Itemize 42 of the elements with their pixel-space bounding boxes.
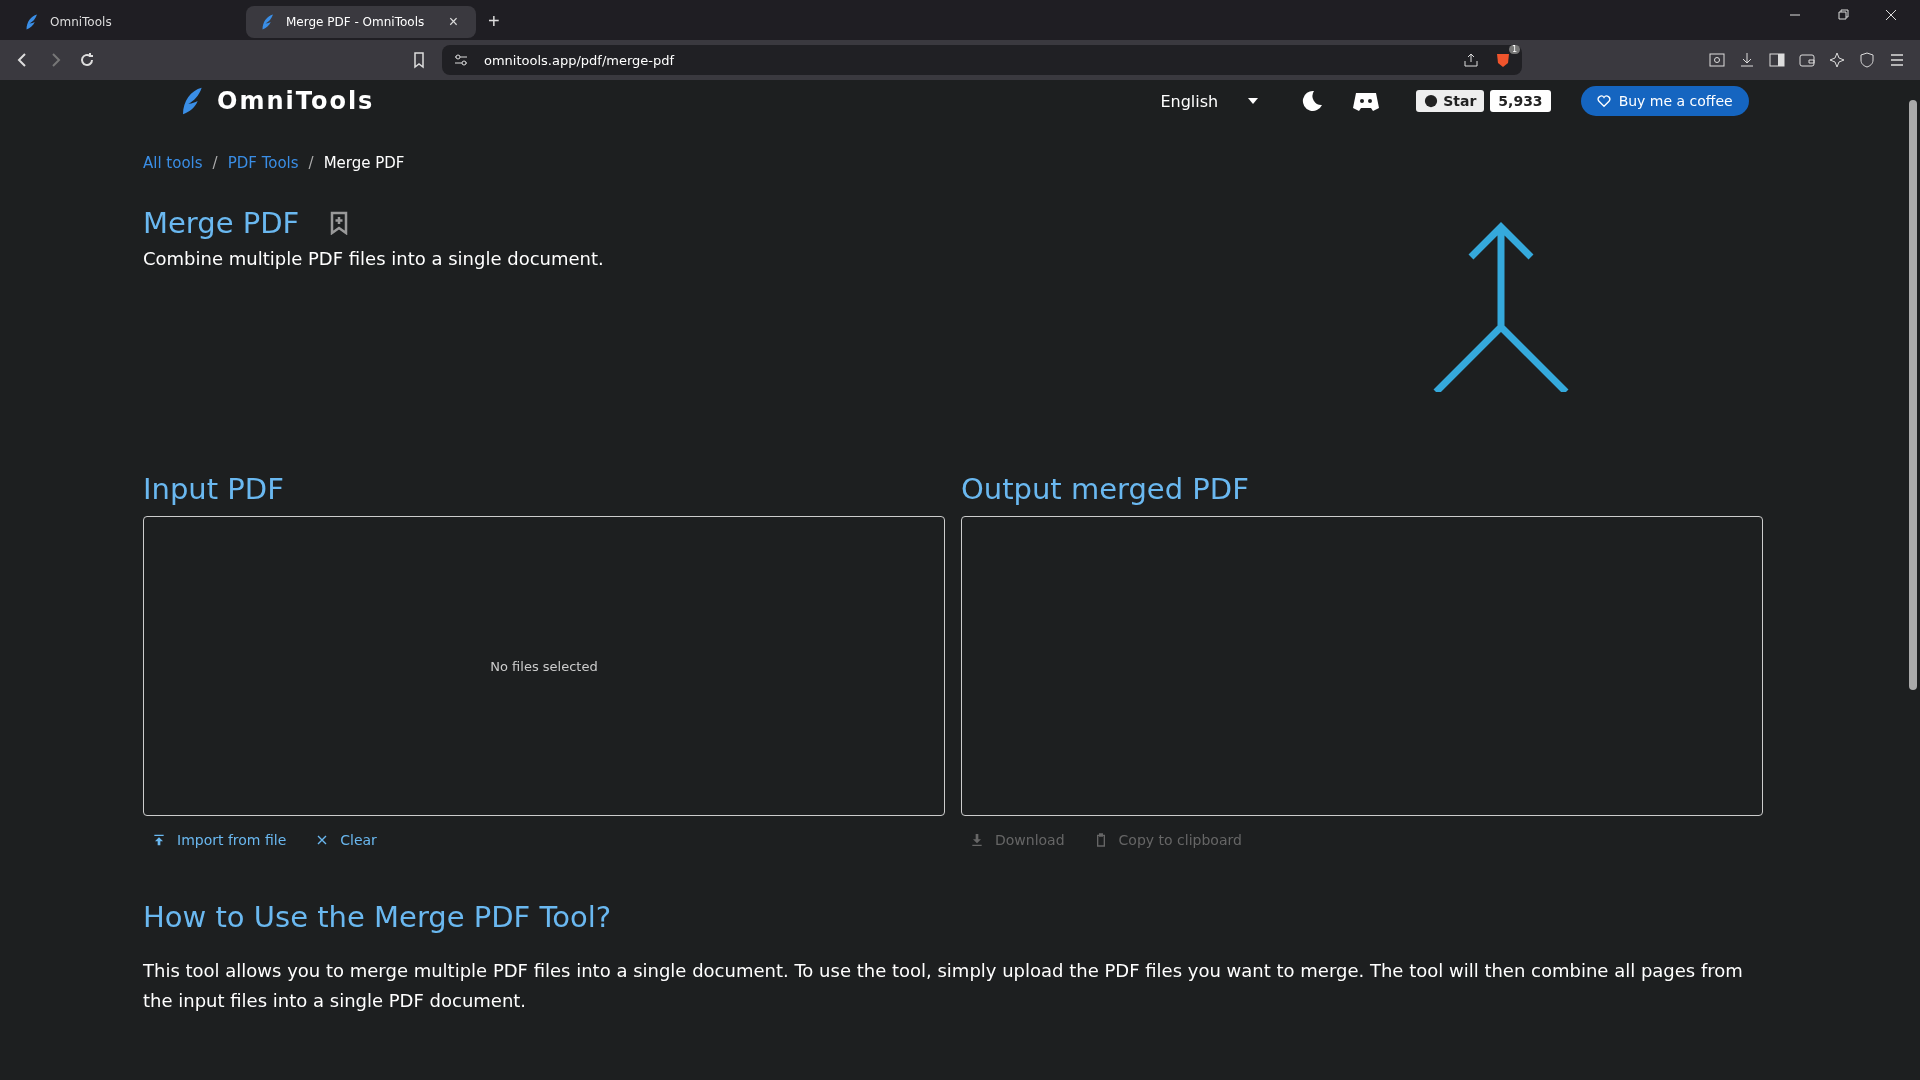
upload-icon	[151, 832, 167, 848]
breadcrumb-current: Merge PDF	[323, 154, 405, 172]
page-description: Combine multiple PDF files into a single document.	[143, 248, 605, 269]
sliders-icon	[452, 51, 470, 69]
breadcrumb-link[interactable]: All tools	[143, 154, 203, 172]
download-icon	[969, 832, 985, 848]
close-tab-button[interactable]: ×	[442, 12, 464, 32]
browser-tab[interactable]: OmniTools	[10, 6, 240, 38]
bookmark-add-icon[interactable]	[329, 211, 350, 235]
file-drop-area[interactable]: No files selected	[143, 516, 945, 816]
browser-tab[interactable]: Merge PDF - OmniTools ×	[246, 6, 476, 38]
search-icon[interactable]	[1708, 51, 1726, 69]
page-title: Merge PDF	[143, 206, 300, 240]
breadcrumb-link[interactable]: PDF Tools	[227, 154, 299, 172]
new-tab-button[interactable]: +	[482, 9, 506, 34]
wallet-icon[interactable]	[1798, 51, 1816, 69]
section-heading: Output merged PDF	[961, 472, 1250, 506]
reload-icon[interactable]	[78, 51, 96, 69]
moon-icon[interactable]	[1300, 89, 1325, 113]
breadcrumb-separator: /	[308, 154, 314, 172]
clear-button[interactable]: Clear	[312, 830, 379, 850]
howto-paragraph: This tool allows you to merge multiple PDF files into a single document. To use the tool, simply upload the PDF files you want to merge. The tool will then combine all pages from the input files into a single PDF document.	[143, 959, 1744, 1013]
breadcrumb-separator: /	[212, 154, 218, 172]
sparkle-icon[interactable]	[1828, 51, 1846, 69]
github-star-button[interactable]: Star	[1416, 90, 1485, 112]
shield-icon[interactable]	[1858, 51, 1876, 69]
chat-bot-icon[interactable]	[1352, 90, 1381, 112]
shield-count: 1	[1508, 45, 1520, 54]
heart-icon	[1596, 94, 1611, 108]
language-select[interactable]: English	[1154, 90, 1265, 112]
menu-icon[interactable]	[1888, 51, 1906, 69]
import-button[interactable]: Import from file	[149, 830, 289, 850]
share-icon[interactable]	[1462, 51, 1480, 69]
section-heading: Input PDF	[143, 472, 285, 506]
address-bar[interactable]: omnitools.app/pdf/merge-pdf 1	[442, 45, 1522, 75]
logo-text[interactable]: OmniTools	[217, 87, 375, 115]
download-icon[interactable]	[1738, 51, 1756, 69]
star-count[interactable]: 5,933	[1490, 90, 1551, 112]
coffee-button[interactable]: Buy me a coffee	[1580, 86, 1749, 116]
sidebar-icon[interactable]	[1768, 51, 1786, 69]
section-heading: How to Use the Merge PDF Tool?	[143, 900, 613, 934]
caret-icon	[1248, 98, 1259, 104]
